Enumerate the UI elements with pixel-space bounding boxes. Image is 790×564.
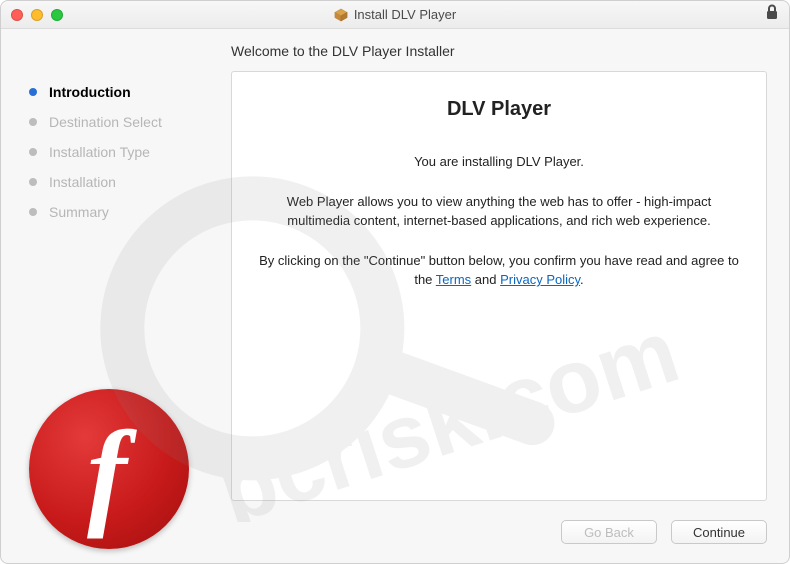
panel-title: DLV Player	[256, 94, 742, 124]
step-label: Introduction	[49, 84, 131, 100]
lock-icon[interactable]	[765, 4, 779, 25]
installer-window: Install DLV Player Welcome to the DLV Pl…	[0, 0, 790, 564]
flash-f-glyph: f	[87, 413, 127, 533]
zoom-icon[interactable]	[51, 9, 63, 21]
bullet-icon	[29, 118, 37, 126]
window-title: Install DLV Player	[1, 7, 789, 22]
titlebar: Install DLV Player	[1, 1, 789, 29]
page-title: Welcome to the DLV Player Installer	[1, 29, 789, 71]
bullet-icon	[29, 88, 37, 96]
terms-link[interactable]: Terms	[436, 272, 471, 287]
panel-text-1: You are installing DLV Player.	[256, 152, 742, 172]
panel-text-2: Web Player allows you to view anything t…	[256, 192, 742, 231]
window-controls	[11, 9, 63, 21]
package-icon	[334, 8, 348, 22]
flash-logo-icon: f	[29, 389, 189, 549]
bullet-icon	[29, 208, 37, 216]
step-installation: Installation	[29, 167, 231, 197]
bullet-icon	[29, 148, 37, 156]
step-destination-select: Destination Select	[29, 107, 231, 137]
step-label: Destination Select	[49, 114, 162, 130]
panel-consent: By clicking on the "Continue" button bel…	[256, 251, 742, 290]
step-installation-type: Installation Type	[29, 137, 231, 167]
minimize-icon[interactable]	[31, 9, 43, 21]
step-summary: Summary	[29, 197, 231, 227]
consent-and: and	[471, 272, 500, 287]
step-introduction: Introduction	[29, 77, 231, 107]
main-panel: DLV Player You are installing DLV Player…	[231, 71, 767, 501]
consent-suffix: .	[580, 272, 584, 287]
step-label: Installation Type	[49, 144, 150, 160]
privacy-link[interactable]: Privacy Policy	[500, 272, 580, 287]
close-icon[interactable]	[11, 9, 23, 21]
window-title-text: Install DLV Player	[354, 7, 456, 22]
step-label: Summary	[49, 204, 109, 220]
go-back-button: Go Back	[561, 520, 657, 544]
continue-button[interactable]: Continue	[671, 520, 767, 544]
bullet-icon	[29, 178, 37, 186]
step-label: Installation	[49, 174, 116, 190]
